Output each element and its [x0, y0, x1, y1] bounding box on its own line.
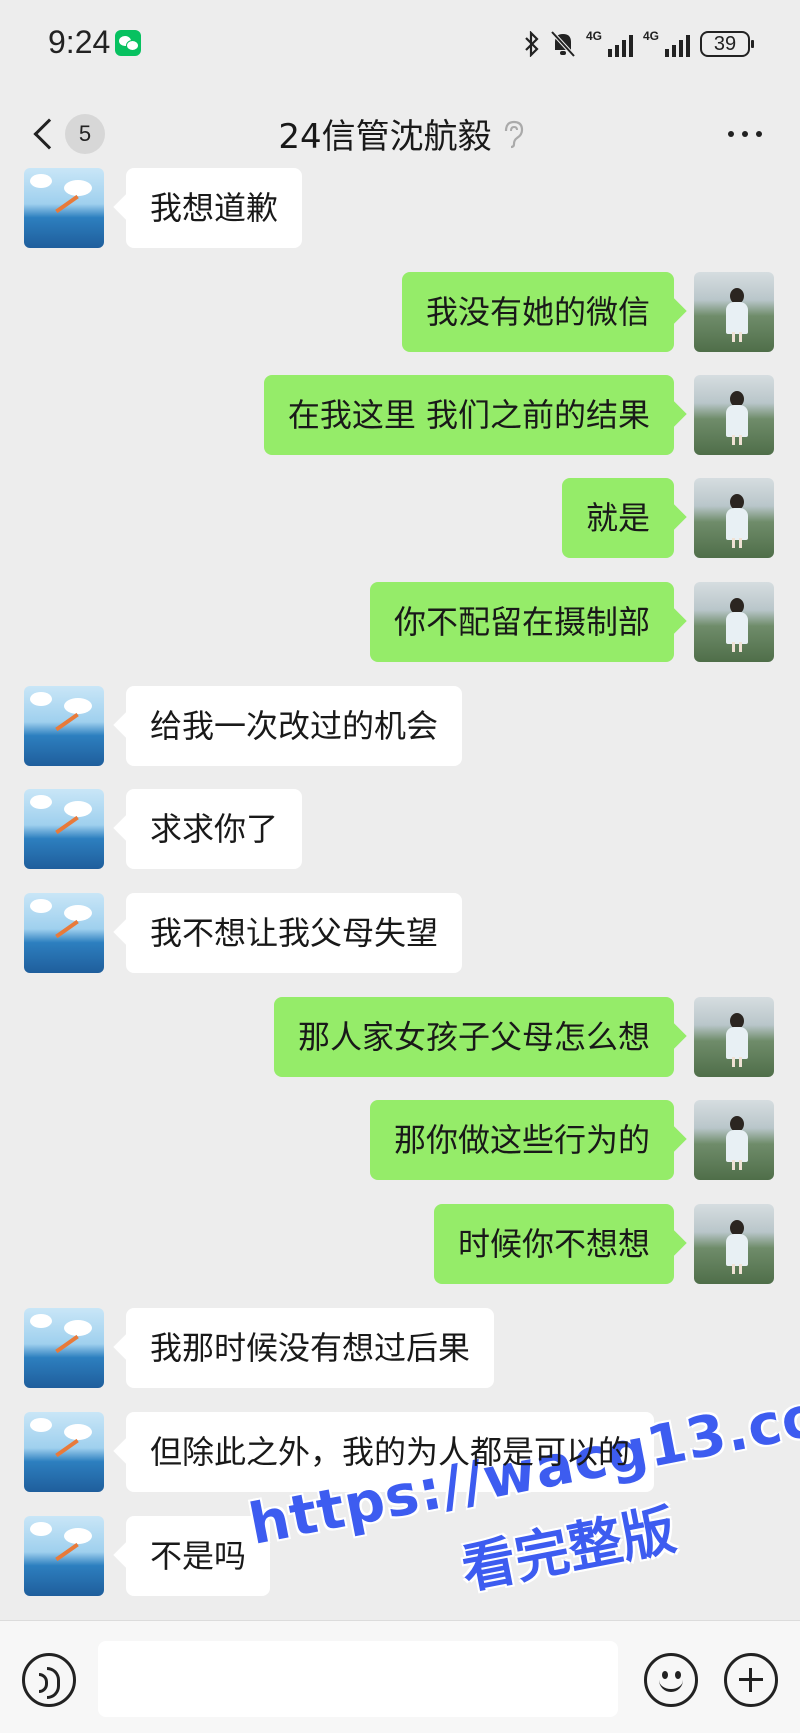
user-avatar[interactable] [694, 272, 774, 352]
user-avatar[interactable] [694, 375, 774, 455]
contact-avatar[interactable] [24, 168, 104, 248]
message-bubble[interactable]: 你不配留在摄制部 [369, 582, 674, 662]
message-sent: 你不配留在摄制部 [0, 582, 800, 662]
plus-icon[interactable] [724, 1653, 778, 1707]
message-received: 求求你了 [0, 789, 800, 869]
message-bubble[interactable]: 那人家女孩子父母怎么想 [273, 997, 674, 1077]
message-sent: 我没有她的微信 [0, 272, 800, 352]
message-bubble[interactable]: 我想道歉 [126, 168, 303, 248]
message-received: 我那时候没有想过后果 [0, 1308, 800, 1388]
contact-avatar[interactable] [24, 1308, 104, 1388]
user-avatar[interactable] [694, 1100, 774, 1180]
message-bubble[interactable]: 但除此之外，我的为人都是可以的 [126, 1412, 655, 1492]
message-bubble[interactable]: 我那时候没有想过后果 [126, 1308, 495, 1388]
contact-avatar[interactable] [24, 893, 104, 973]
message-bubble[interactable]: 不是吗 [126, 1516, 271, 1596]
message-bubble[interactable]: 在我这里 我们之前的结果 [263, 375, 674, 455]
message-bubble[interactable]: 我不想让我父母失望 [126, 893, 463, 973]
user-avatar[interactable] [694, 997, 774, 1077]
contact-avatar[interactable] [24, 1412, 104, 1492]
contact-avatar[interactable] [24, 1516, 104, 1596]
user-avatar[interactable] [694, 1204, 774, 1284]
user-avatar[interactable] [694, 582, 774, 662]
voice-icon[interactable] [22, 1653, 76, 1707]
message-input[interactable] [98, 1641, 618, 1717]
message-bubble[interactable]: 给我一次改过的机会 [126, 686, 463, 766]
message-bubble[interactable]: 时候你不想想 [433, 1204, 674, 1284]
input-bar [0, 1620, 800, 1733]
message-sent: 就是 [0, 478, 800, 558]
contact-avatar[interactable] [24, 789, 104, 869]
message-bubble[interactable]: 求求你了 [126, 789, 303, 869]
message-sent: 那人家女孩子父母怎么想 [0, 997, 800, 1077]
message-bubble[interactable]: 我没有她的微信 [401, 272, 674, 352]
message-bubble[interactable]: 就是 [561, 478, 674, 558]
emoji-icon[interactable] [644, 1653, 698, 1707]
message-sent: 那你做这些行为的 [0, 1100, 800, 1180]
message-received: 我不想让我父母失望 [0, 893, 800, 973]
message-sent: 在我这里 我们之前的结果 [0, 375, 800, 455]
message-received: 但除此之外，我的为人都是可以的 [0, 1412, 800, 1492]
message-received: 我想道歉 [0, 168, 800, 248]
message-sent: 时候你不想想 [0, 1204, 800, 1284]
message-received: 不是吗 [0, 1516, 800, 1596]
message-list[interactable]: 我想道歉 我没有她的微信 在我这里 我们之前的结果 就是 你不配留在摄制部 给我… [0, 0, 800, 1620]
message-bubble[interactable]: 那你做这些行为的 [369, 1100, 674, 1180]
contact-avatar[interactable] [24, 686, 104, 766]
user-avatar[interactable] [694, 478, 774, 558]
message-received: 给我一次改过的机会 [0, 686, 800, 766]
